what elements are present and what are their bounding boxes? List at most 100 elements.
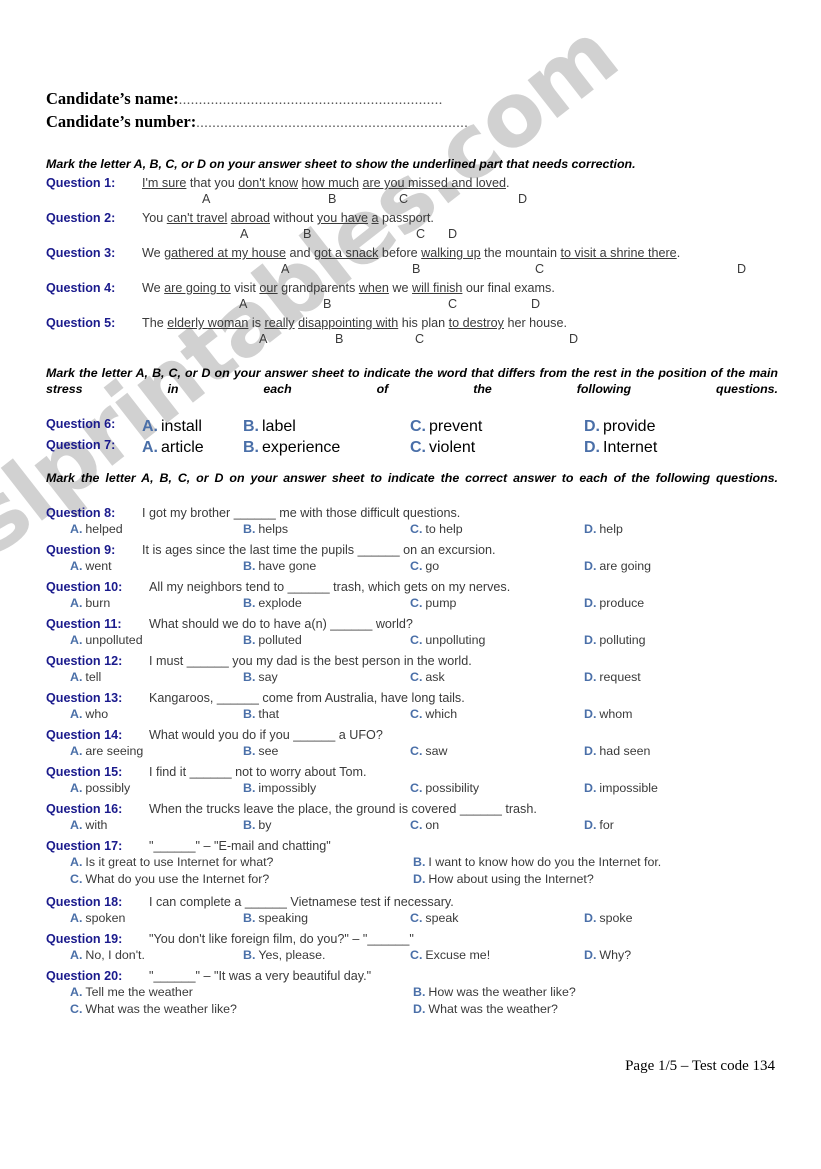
option-letter: C.: [410, 439, 426, 456]
underlined-part: got a snack: [314, 246, 379, 260]
option-letter: D.: [584, 633, 597, 647]
option-d[interactable]: D. spoke: [584, 911, 632, 925]
option-c[interactable]: C. unpolluting: [410, 633, 485, 647]
option-a[interactable]: A. install: [142, 418, 202, 436]
answer-marker-row: A B C D: [46, 262, 779, 279]
option-text: see: [258, 744, 279, 758]
option-letter: C.: [410, 559, 423, 573]
option-d[interactable]: D. What was the weather?: [413, 1002, 558, 1016]
option-text: have gone: [258, 559, 317, 573]
option-c[interactable]: C. violent: [410, 439, 475, 457]
option-d[interactable]: D. Internet: [584, 439, 657, 457]
error-question-list: Question 1: I'm sure that you don't know …: [46, 174, 779, 349]
option-c[interactable]: C. on: [410, 818, 439, 832]
option-b[interactable]: B. by: [243, 818, 272, 832]
option-letter: C.: [410, 911, 423, 925]
option-b[interactable]: B. explode: [243, 596, 302, 610]
option-a[interactable]: A. Tell me the weather: [70, 985, 193, 999]
option-row: A. Is it great to use Internet for what? B…: [46, 855, 779, 893]
option-a[interactable]: A. are seeing: [70, 744, 143, 758]
option-letter: B.: [243, 522, 256, 536]
option-c[interactable]: C. What was the weather like?: [70, 1002, 237, 1016]
option-c[interactable]: C. Excuse me!: [410, 948, 490, 962]
option-c[interactable]: C. speak: [410, 911, 458, 925]
candidate-name-dots: ........................................…: [178, 93, 443, 108]
option-a[interactable]: A. with: [70, 818, 107, 832]
option-d[interactable]: D. had seen: [584, 744, 650, 758]
option-letter: B.: [413, 855, 426, 869]
underlined-part: can't travel: [166, 211, 228, 225]
question-stem: "______" – "It was a very beautiful day.…: [149, 969, 372, 983]
option-text: label: [262, 418, 296, 435]
option-b[interactable]: B. label: [243, 418, 296, 436]
option-b[interactable]: B. I want to know how do you the Internet…: [413, 855, 661, 869]
option-a[interactable]: A. who: [70, 707, 108, 721]
option-a[interactable]: A. No, I don't.: [70, 948, 145, 962]
option-c[interactable]: C. which: [410, 707, 457, 721]
option-b[interactable]: B. say: [243, 670, 278, 684]
option-d[interactable]: D. Why?: [584, 948, 631, 962]
option-b[interactable]: B. that: [243, 707, 279, 721]
option-text: produce: [599, 596, 645, 610]
option-b[interactable]: B. speaking: [243, 911, 308, 925]
option-d[interactable]: D. help: [584, 522, 623, 536]
option-d[interactable]: D. How about using the Internet?: [413, 872, 594, 886]
option-d[interactable]: D. polluting: [584, 633, 646, 647]
option-b[interactable]: B. experience: [243, 439, 340, 457]
question-label: Question 19:: [46, 932, 123, 946]
option-d[interactable]: D. for: [584, 818, 614, 832]
option-a[interactable]: A. tell: [70, 670, 101, 684]
option-b[interactable]: B. impossibly: [243, 781, 316, 795]
question-stem: "______" – "E-mail and chatting": [149, 839, 331, 853]
option-text: burn: [85, 596, 111, 610]
option-c[interactable]: C. pump: [410, 596, 456, 610]
option-c[interactable]: C. saw: [410, 744, 447, 758]
option-b[interactable]: B. How was the weather like?: [413, 985, 576, 999]
answer-marker-a: A: [239, 297, 248, 311]
option-d[interactable]: D. request: [584, 670, 641, 684]
option-b[interactable]: B. Yes, please.: [243, 948, 325, 962]
option-a[interactable]: A. helped: [70, 522, 123, 536]
option-letter: A.: [142, 439, 158, 456]
option-d[interactable]: D. whom: [584, 707, 632, 721]
answer-marker-row: A B C D: [46, 192, 779, 209]
option-c[interactable]: C. ask: [410, 670, 445, 684]
option-row: A. spoken B. speaking C. speak D. spoke: [46, 911, 779, 930]
question-label: Question 20:: [46, 969, 123, 983]
option-a[interactable]: A. article: [142, 439, 204, 457]
option-text: What was the weather like?: [85, 1002, 237, 1016]
option-letter: D.: [584, 818, 597, 832]
option-a[interactable]: A. Is it great to use Internet for what?: [70, 855, 273, 869]
option-text: are seeing: [85, 744, 144, 758]
option-letter: D.: [584, 744, 597, 758]
option-d[interactable]: D. are going: [584, 559, 651, 573]
option-row: A. are seeing B. see C. saw D. had seen: [46, 744, 779, 763]
option-c[interactable]: C. What do you use the Internet for?: [70, 872, 269, 886]
option-a[interactable]: A. went: [70, 559, 112, 573]
option-c[interactable]: C. to help: [410, 522, 463, 536]
option-text: Yes, please.: [258, 948, 326, 962]
underlined-part: a: [371, 211, 379, 225]
option-b[interactable]: B. see: [243, 744, 278, 758]
option-d[interactable]: D. impossible: [584, 781, 658, 795]
mc-question-row: Question 11: What should we do to have a(…: [46, 615, 779, 633]
option-b[interactable]: B. polluted: [243, 633, 302, 647]
option-c[interactable]: C. go: [410, 559, 439, 573]
option-text: explode: [258, 596, 302, 610]
question-stem: I find it ______ not to worry about Tom.: [149, 765, 367, 779]
answer-marker-a: A: [240, 227, 249, 241]
option-b[interactable]: B. helps: [243, 522, 288, 536]
option-a[interactable]: A. unpolluted: [70, 633, 143, 647]
underlined-part: will finish: [412, 281, 463, 295]
option-a[interactable]: A. spoken: [70, 911, 125, 925]
option-letter: A.: [70, 744, 83, 758]
option-d[interactable]: D. produce: [584, 596, 644, 610]
option-text: say: [258, 670, 278, 684]
option-c[interactable]: C. prevent: [410, 418, 482, 436]
option-b[interactable]: B. have gone: [243, 559, 316, 573]
mc-question-row: Question 12: I must ______ you my dad is …: [46, 652, 779, 670]
option-d[interactable]: D. provide: [584, 418, 655, 436]
option-a[interactable]: A. burn: [70, 596, 110, 610]
option-c[interactable]: C. possibility: [410, 781, 479, 795]
option-a[interactable]: A. possibly: [70, 781, 130, 795]
